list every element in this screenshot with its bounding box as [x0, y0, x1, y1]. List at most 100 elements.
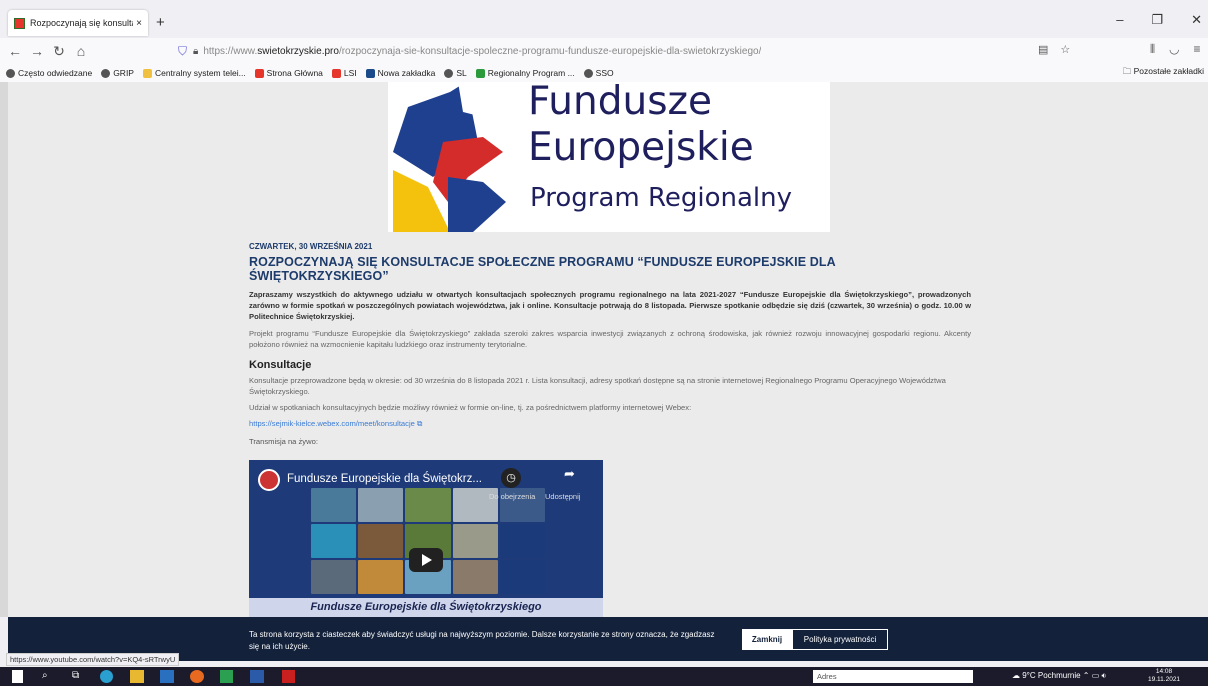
url-path: /rozpoczynaja-sie-konsultacje-spoleczne-… — [338, 45, 762, 57]
share-label: Udostępnij — [545, 492, 581, 501]
pocket-icon[interactable]: ◡ — [1169, 42, 1179, 57]
bookmark-item[interactable]: Często odwiedzane — [6, 68, 92, 78]
close-window-icon[interactable]: ✕ — [1191, 12, 1202, 28]
video-title[interactable]: Fundusze Europejskie dla Świętokrz... — [287, 473, 482, 485]
watch-later-label: Do obejrzenia — [489, 492, 536, 501]
external-link-icon: ⧉ — [417, 419, 423, 428]
cookie-text: Ta strona korzysta z ciasteczek aby świa… — [249, 630, 715, 651]
cookie-close-button[interactable]: Zamknij — [742, 629, 792, 650]
word-icon[interactable] — [250, 670, 264, 683]
play-button[interactable] — [409, 548, 443, 572]
cookie-banner: Ta strona korzysta z ciasteczek aby świa… — [8, 617, 1208, 661]
bookmark-label: GRIP — [113, 68, 134, 78]
minimize-icon[interactable]: – — [1116, 12, 1123, 28]
bookmark-label: Centralny system telei... — [154, 68, 246, 78]
bookmark-item[interactable]: Regionalny Program ... — [475, 68, 575, 78]
clock-time: 14:08 — [1155, 668, 1173, 675]
browser-tab[interactable]: Rozpoczynają się konsultacje sp × — [8, 10, 148, 36]
page-margin — [0, 82, 8, 617]
window-controls: – ❐ ✕ — [1116, 12, 1202, 28]
video-caption: Fundusze Europejskie dla Świętokrzyskieg… — [249, 598, 603, 617]
outlook-icon[interactable] — [160, 670, 174, 683]
windows-start-icon[interactable] — [12, 670, 23, 683]
forward-icon[interactable]: → — [26, 43, 48, 59]
article: CZWARTEK, 30 WRZEŚNIA 2021 ROZPOCZYNAJĄ … — [249, 242, 971, 446]
tab-bar: Rozpoczynają się konsultacje sp × + – ❐ … — [0, 0, 1208, 38]
article-title: ROZPOCZYNAJĄ SIĘ KONSULTACJE SPOŁECZNE P… — [249, 255, 836, 283]
explorer-icon[interactable] — [130, 670, 144, 683]
live-label: Transmisja na żywo: — [249, 437, 318, 446]
toolbar-right: ⫴ ◡ ≡ — [1150, 42, 1201, 57]
flag-icon — [475, 68, 485, 78]
bookmark-label: SSO — [595, 68, 614, 78]
address-toolbar[interactable]: Adres — [813, 670, 973, 683]
crest-icon — [331, 68, 341, 78]
bookmarks-bar: Często odwiedzane GRIP Centralny system te… — [0, 64, 1208, 82]
bookmark-item[interactable]: Strona Główna — [254, 68, 323, 78]
close-tab-icon[interactable]: × — [136, 18, 142, 29]
crest-icon — [14, 17, 25, 29]
edge-icon[interactable] — [100, 670, 113, 683]
address-label: Adres — [817, 672, 837, 681]
url-text[interactable]: https://www.swietokrzyskie.pro/rozpoczyn… — [203, 46, 761, 57]
weather-widget[interactable]: ☁ 9°C Pochmurnie ⌃ ▭ 🔉︎ — [1012, 671, 1107, 681]
url-actions: ▤ ☆ — [1038, 43, 1070, 56]
section-heading: Konsultacje — [249, 359, 312, 371]
home-icon[interactable]: ⌂ — [70, 43, 92, 59]
crest-icon — [254, 68, 264, 78]
weather-text: 9°C Pochmurnie — [1022, 671, 1081, 680]
url-bar[interactable]: ⛉ 🔒︎ https://www.swietokrzyskie.pro/rozp… — [178, 42, 1096, 60]
video-thumbnail-collage — [311, 488, 545, 594]
bookmark-item[interactable]: SL — [444, 68, 467, 78]
eu-stars-icon — [388, 82, 506, 232]
new-tab-button[interactable]: + — [156, 14, 165, 31]
share-icon[interactable]: ➦ — [564, 466, 575, 482]
firefox-icon[interactable] — [190, 670, 204, 683]
reader-view-icon[interactable]: ▤ — [1038, 43, 1048, 56]
back-icon[interactable]: ← — [4, 43, 26, 59]
other-bookmarks-label: Pozostałe zakładki — [1133, 66, 1204, 76]
bookmark-label: SL — [456, 68, 467, 78]
app-icon[interactable] — [220, 670, 233, 683]
article-date: CZWARTEK, 30 WRZEŚNIA 2021 — [249, 242, 373, 251]
acrobat-icon[interactable] — [282, 670, 295, 683]
globe-icon — [444, 68, 454, 78]
library-icon[interactable]: ⫴ — [1150, 42, 1155, 57]
restore-icon[interactable]: ❐ — [1151, 12, 1163, 28]
youtube-embed[interactable]: Fundusze Europejskie dla Świętokrz... ◷ … — [249, 460, 603, 617]
menu-icon[interactable]: ≡ — [1194, 42, 1201, 57]
other-bookmarks[interactable]: 🗀 Pozostałe zakładki — [1123, 66, 1204, 80]
logo-line-2: Europejskie — [528, 125, 754, 170]
logo-line-3: Program Regionalny — [530, 183, 792, 213]
bookmark-star-icon[interactable]: ☆ — [1060, 43, 1070, 56]
globe-icon — [583, 68, 593, 78]
reload-icon[interactable]: ↻ — [48, 43, 70, 60]
status-url: https://www.youtube.com/watch?v=KQ4-sRTr… — [6, 653, 180, 666]
tab-title: Rozpoczynają się konsultacje sp — [30, 18, 133, 28]
shield-icon[interactable]: ⛉ — [178, 44, 187, 59]
bookmark-item[interactable]: GRIP — [101, 68, 134, 78]
webex-link[interactable]: https://sejmik-kielce.webex.com/meet/kon… — [249, 419, 971, 429]
bookmark-item[interactable]: Nowa zakładka — [365, 68, 435, 78]
gear-icon — [6, 68, 15, 78]
webex-link-text: https://sejmik-kielce.webex.com/meet/kon… — [249, 419, 415, 428]
page-content: Fundusze Europejskie Program Regionalny … — [0, 82, 1208, 617]
clock[interactable]: 14:08 19.11.2021 — [1148, 668, 1180, 685]
bookmark-item[interactable]: Centralny system telei... — [142, 68, 246, 78]
search-icon[interactable]: ⌕ — [42, 670, 48, 683]
bookmark-label: LSI — [343, 68, 357, 78]
task-view-icon[interactable]: ⧉ — [72, 670, 79, 683]
clock-icon[interactable]: ◷ — [501, 468, 521, 488]
bookmark-item[interactable]: SSO — [583, 68, 614, 78]
page-icon — [142, 68, 152, 78]
globe-icon — [101, 68, 111, 78]
clock-date: 19.11.2021 — [1148, 676, 1181, 684]
channel-avatar[interactable] — [258, 469, 280, 491]
fe-logo: Fundusze Europejskie Program Regionalny — [388, 82, 830, 232]
logo-line-1: Fundusze — [528, 82, 712, 124]
image-icon — [365, 68, 375, 78]
article-paragraph: Udział w spotkaniach konsultacyjnych będ… — [249, 403, 692, 412]
lock-icon[interactable]: 🔒︎ — [193, 46, 198, 57]
privacy-policy-button[interactable]: Polityka prywatności — [792, 629, 888, 650]
bookmark-item[interactable]: LSI — [331, 68, 357, 78]
